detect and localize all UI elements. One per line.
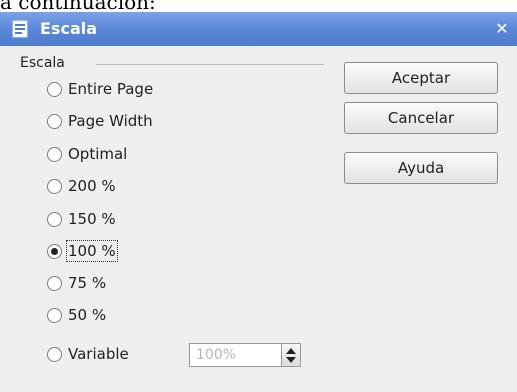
option-label: Variable [68,345,129,363]
radio-150[interactable] [47,211,62,227]
window-title: Escala [40,19,98,38]
radio-entire-page[interactable] [47,81,62,97]
page-text-above: a continuación: [0,0,156,12]
radio-100-selected[interactable] [47,243,62,259]
close-icon[interactable]: ✕ [493,20,511,38]
arrow-down-icon[interactable] [286,357,296,363]
radio-variable[interactable] [47,346,62,362]
option-label: 75 % [68,274,107,292]
option-optimal[interactable]: Optimal [47,143,127,165]
radio-200[interactable] [47,178,62,194]
group-label: Escala [20,55,65,71]
option-label: Page Width [68,112,153,130]
option-variable[interactable]: Variable [47,343,129,365]
option-50[interactable]: 50 % [47,304,106,326]
group-divider [96,64,324,65]
help-button[interactable]: Ayuda [344,152,498,184]
option-label: 150 % [68,210,116,228]
accept-button[interactable]: Aceptar [344,62,498,94]
option-200[interactable]: 200 % [47,175,116,197]
option-entire-page[interactable]: Entire Page [47,78,153,100]
spin-buttons[interactable] [281,344,300,366]
radio-optimal[interactable] [47,146,62,162]
radio-75[interactable] [47,275,62,291]
cancel-button[interactable]: Cancelar [344,102,498,134]
arrow-up-icon[interactable] [286,348,296,354]
option-75[interactable]: 75 % [47,272,106,294]
radio-50[interactable] [47,307,62,323]
option-100[interactable]: 100 % [47,240,118,262]
option-label: 50 % [68,306,107,324]
option-label: 100 % [66,240,118,262]
scale-dialog: Escala ✕ Escala Entire Page Page Width O… [0,12,517,392]
option-label: Entire Page [68,80,154,98]
option-page-width[interactable]: Page Width [47,110,153,132]
option-label: 200 % [68,177,116,195]
title-bar[interactable]: Escala ✕ [0,12,517,46]
radio-page-width[interactable] [47,113,62,129]
variable-spinbox[interactable]: 100% [189,343,301,367]
document-icon [12,20,28,38]
variable-value: 100% [196,347,237,363]
option-label: Optimal [68,145,128,163]
option-150[interactable]: 150 % [47,208,116,230]
